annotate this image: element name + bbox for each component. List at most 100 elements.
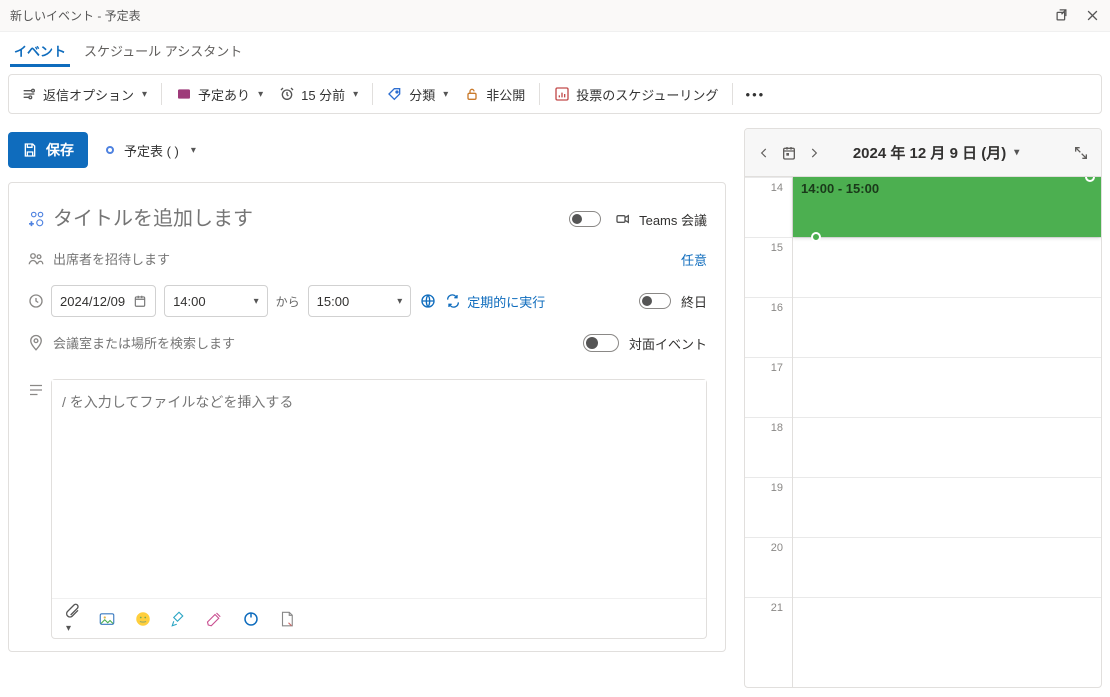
drawing-button[interactable] [206,610,224,628]
date-picker[interactable]: 2024/12/09 [51,285,156,317]
show-as-label: 予定あり [198,85,250,104]
reminder-button[interactable]: 15 分前 ▾ [271,79,366,109]
all-day-label: 終日 [681,292,707,311]
window-title: 新しいイベント - 予定表 [10,7,1054,24]
chevron-down-icon: ▾ [191,145,196,156]
broom-icon [170,610,188,628]
hour-label: 14 [745,178,791,237]
day-date-label: 2024 年 12 月 9 日 (月) [853,142,1006,163]
in-person-label: 対面イベント [629,334,707,353]
start-time-value: 14:00 [173,294,206,309]
calendar-picker[interactable]: 予定表 ( ) ▾ [106,141,196,160]
sliders-icon [21,86,37,102]
clear-format-button[interactable] [170,610,188,628]
chevron-down-icon: ▾ [142,89,147,100]
private-label: 非公開 [486,85,525,104]
optional-attendees-link[interactable]: 任意 [681,250,707,269]
chevron-down-icon: ▾ [258,89,263,100]
body-textarea[interactable] [52,380,706,598]
hour-row[interactable]: 18 [745,417,1101,477]
hour-row[interactable]: 17 [745,357,1101,417]
day-calendar[interactable]: 1415161718192021 14:00 - 15:00 [745,177,1101,687]
chevron-down-icon: ▾ [254,296,259,307]
time-separator: から [276,293,300,310]
hour-label: 20 [745,538,791,597]
teams-toggle[interactable] [569,211,601,227]
chevron-down-icon: ▾ [397,296,402,307]
description-icon [27,371,51,399]
hour-label: 17 [745,358,791,417]
chevron-down-icon: ▾ [1014,147,1019,158]
response-options-label: 返信オプション [43,85,134,104]
loop-button[interactable] [242,610,260,628]
next-day-button[interactable] [807,146,821,160]
save-button[interactable]: 保存 [8,132,88,168]
ribbon-toolbar: 返信オプション ▾ 予定あり ▾ 15 分前 ▾ 分類 ▾ 非公開 投票のスケジ [8,74,1102,114]
resize-handle-top[interactable] [1085,177,1095,182]
poll-button[interactable]: 投票のスケジューリング [546,79,726,109]
tab-event[interactable]: イベント [10,35,70,66]
emoji-icon [134,610,152,628]
end-time-picker[interactable]: 15:00 ▾ [308,285,412,317]
private-button[interactable]: 非公開 [456,79,533,109]
hour-row[interactable]: 20 [745,537,1101,597]
svg-text:+: + [29,219,34,228]
calendar-color-dot [106,146,114,154]
hour-row[interactable]: 21 [745,597,1101,657]
day-date-picker[interactable]: 2024 年 12 月 9 日 (月) ▾ [853,142,1019,163]
event-block[interactable]: 14:00 - 15:00 [793,177,1101,237]
title-input[interactable] [51,207,569,232]
today-button[interactable] [781,145,797,161]
paperclip-icon [64,603,80,619]
tab-scheduling-assistant[interactable]: スケジュール アシスタント [80,35,246,66]
end-time-value: 15:00 [317,294,350,309]
start-time-picker[interactable]: 14:00 ▾ [164,285,268,317]
video-icon [615,211,631,227]
chevron-down-icon: ▾ [443,89,448,100]
resize-handle-bottom[interactable] [811,232,821,242]
attendees-input[interactable] [51,251,681,268]
hour-label: 21 [745,598,791,657]
response-options-button[interactable]: 返信オプション ▾ [13,79,155,109]
in-person-toggle[interactable] [583,334,619,352]
signature-button[interactable] [278,610,296,628]
timezone-button[interactable] [419,292,437,310]
date-value: 2024/12/09 [60,294,125,309]
teams-label: Teams 会議 [639,210,707,229]
expand-button[interactable] [1073,145,1089,161]
hour-row[interactable]: 19 [745,477,1101,537]
loop-icon [242,610,260,628]
tag-icon [387,86,403,102]
hour-label: 16 [745,298,791,357]
image-icon [98,610,116,628]
lock-icon [464,86,480,102]
hour-label: 18 [745,418,791,477]
categorize-button[interactable]: 分類 ▾ [379,79,456,109]
tabbar: イベント スケジュール アシスタント [0,32,1110,66]
repeat-icon [445,293,461,309]
more-button[interactable]: ••• [739,79,771,109]
show-as-button[interactable]: 予定あり ▾ [168,79,271,109]
hour-row[interactable]: 15 [745,237,1101,297]
event-time-label: 14:00 - 15:00 [801,181,879,196]
location-input[interactable] [51,335,583,352]
hour-label: 15 [745,238,791,297]
insert-emoji-button[interactable] [134,610,152,628]
attach-button[interactable]: ▾ [64,603,80,634]
calendar-icon [133,294,147,308]
insert-image-button[interactable] [98,610,116,628]
chevron-right-icon [807,146,821,160]
prev-day-button[interactable] [757,146,771,160]
recurring-button[interactable]: 定期的に実行 [445,292,545,311]
poll-icon [554,86,570,102]
more-icon: ••• [747,86,763,102]
calendar-picker-label: 予定表 ( ) [124,141,179,160]
emoji-add-icon[interactable]: + [27,210,51,228]
save-label: 保存 [46,140,74,160]
busy-icon [176,86,192,102]
hour-row[interactable]: 16 [745,297,1101,357]
chevron-left-icon [757,146,771,160]
close-icon[interactable] [1085,8,1100,23]
all-day-toggle[interactable] [639,293,671,309]
popout-icon[interactable] [1054,8,1069,23]
